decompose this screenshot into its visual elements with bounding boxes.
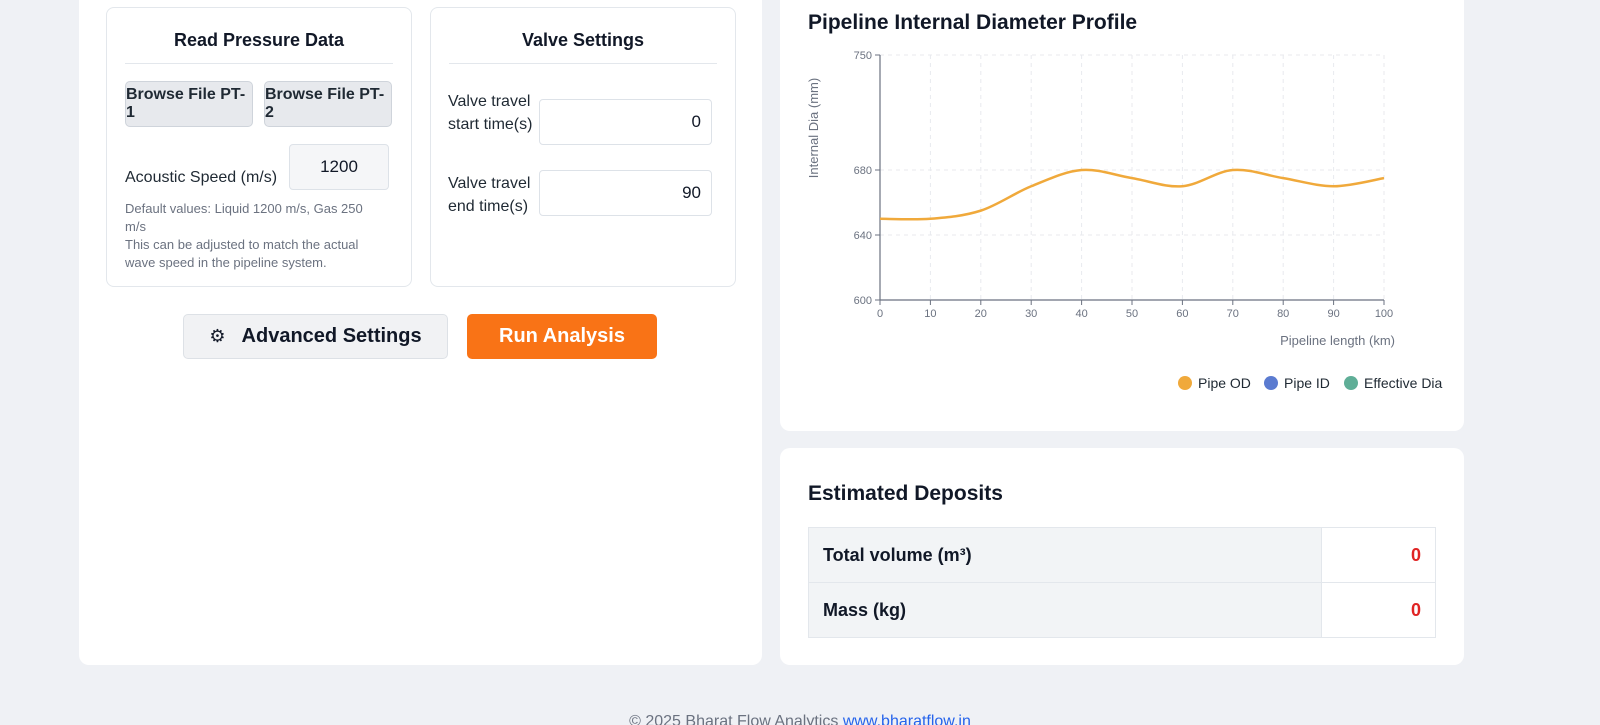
y-tick-label: 680: [854, 165, 872, 177]
x-tick-label: 80: [1277, 308, 1289, 320]
legend-dot-pipe-od: [1178, 376, 1192, 390]
divider: [449, 63, 717, 64]
diameter-profile-chart: 0 10 20 30 40 50 60 70 80 90 100 600 640 680 750 Pipeli…: [806, 50, 1395, 348]
valve-end-label: Valve travel end time(s): [448, 175, 531, 215]
acoustic-speed-input[interactable]: [289, 144, 389, 190]
advanced-settings-label: Advanced Settings: [241, 325, 422, 347]
run-analysis-button[interactable]: Run Analysis: [467, 314, 657, 359]
x-tick-label: 0: [877, 308, 883, 320]
estimated-deposits-panel: Estimated Deposits Total volume (m³) 0 M…: [780, 448, 1464, 665]
mass-label: Mass (kg): [808, 582, 1322, 638]
advanced-settings-button[interactable]: ⚙ Advanced Settings: [183, 314, 448, 359]
valve-settings-title: Valve Settings: [521, 30, 645, 50]
y-tick-label: 750: [854, 50, 872, 62]
valve-settings-card: Valve Settings Valve travel start time(s…: [430, 7, 736, 287]
acoustic-help-text: Default values: Liquid 1200 m/s, Gas 250…: [125, 200, 385, 272]
y-tick-label: 640: [854, 230, 872, 242]
x-tick-label: 60: [1176, 308, 1188, 320]
x-tick-label: 10: [924, 308, 936, 320]
legend-label-effective-dia: Effective Dia: [1364, 375, 1443, 391]
mass-value: 0: [1321, 582, 1436, 638]
legend-pipe-od[interactable]: Pipe OD: [1178, 375, 1251, 391]
input-panel: Read Pressure Data Browse File PT-1 Brow…: [79, 0, 762, 665]
deposits-title: Estimated Deposits: [808, 482, 1003, 505]
divider: [125, 63, 393, 64]
x-tick-label: 30: [1025, 308, 1037, 320]
valve-start-label: Valve travel start time(s): [448, 93, 533, 133]
footer: © 2025 Bharat Flow Analytics www.bharatf…: [0, 713, 1600, 725]
x-tick-label: 50: [1126, 308, 1138, 320]
footer-link[interactable]: www.bharatflow.in: [843, 713, 971, 725]
browse-pt1-button[interactable]: Browse File PT-1: [125, 81, 253, 127]
x-tick-label: 100: [1375, 308, 1393, 320]
x-tick-label: 90: [1327, 308, 1339, 320]
x-tick-label: 20: [975, 308, 987, 320]
table-row: Total volume (m³) 0: [808, 527, 1436, 583]
total-volume-label: Total volume (m³): [808, 527, 1322, 583]
y-tick-label: 600: [854, 295, 872, 307]
y-axis-label: Internal Dia (mm): [806, 78, 821, 178]
legend-dot-effective-dia: [1344, 376, 1358, 390]
chart-title: Pipeline Internal Diameter Profile: [808, 11, 1138, 34]
total-volume-value: 0: [1321, 527, 1436, 583]
deposits-table: Total volume (m³) 0 Mass (kg) 0: [808, 527, 1436, 638]
x-axis-label: Pipeline length (km): [1280, 333, 1395, 348]
legend-dot-pipe-id: [1264, 376, 1278, 390]
valve-start-input[interactable]: [539, 99, 712, 145]
gear-icon: ⚙: [209, 326, 226, 346]
browse-pt2-button[interactable]: Browse File PT-2: [264, 81, 392, 127]
help-line-adjust: This can be adjusted to match the actual…: [125, 237, 359, 270]
help-line-defaults: Default values: Liquid 1200 m/s, Gas 250…: [125, 201, 363, 234]
footer-copyright: © 2025 Bharat Flow Analytics: [629, 713, 839, 725]
legend-pipe-id[interactable]: Pipe ID: [1264, 375, 1330, 391]
legend-effective-dia[interactable]: Effective Dia: [1344, 375, 1442, 391]
legend-label-pipe-od: Pipe OD: [1198, 375, 1251, 391]
valve-end-input[interactable]: [539, 170, 712, 216]
read-pressure-title: Read Pressure Data: [173, 30, 345, 50]
acoustic-speed-label: Acoustic Speed (m/s): [125, 169, 278, 186]
read-pressure-card: Read Pressure Data Browse File PT-1 Brow…: [106, 7, 412, 287]
legend-label-pipe-id: Pipe ID: [1284, 375, 1330, 391]
x-tick-label: 70: [1227, 308, 1239, 320]
table-row: Mass (kg) 0: [808, 582, 1436, 638]
x-tick-label: 40: [1075, 308, 1087, 320]
diameter-profile-panel: Pipeline Internal Diameter Profile 0 10 20…: [780, 0, 1464, 431]
